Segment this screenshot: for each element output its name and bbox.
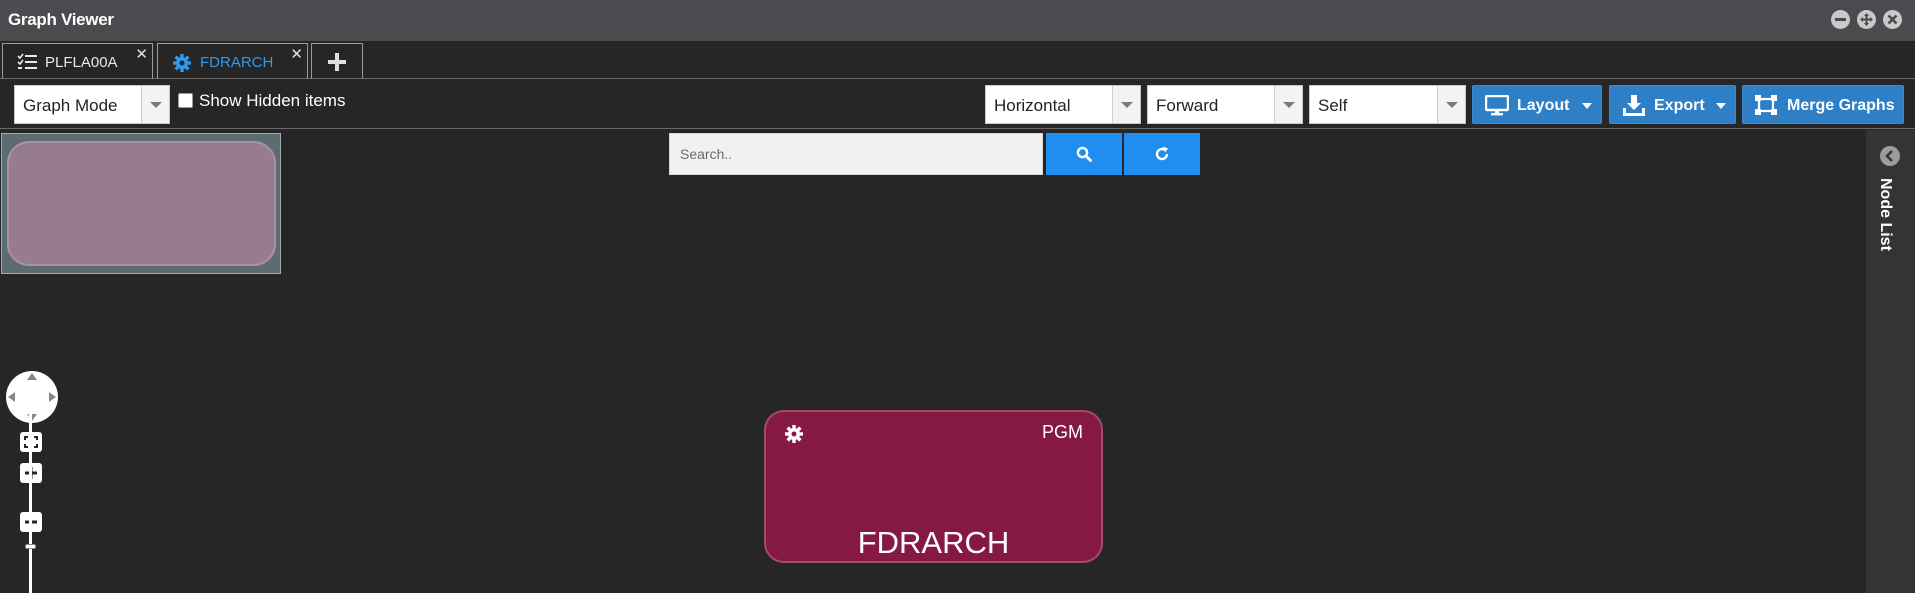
search-icon: [1076, 146, 1092, 162]
caret-down-icon: [1716, 103, 1726, 109]
close-tab-icon[interactable]: ✕: [135, 45, 148, 63]
tab-plfla00a[interactable]: PLFLA00A ✕: [2, 43, 153, 79]
direction-select[interactable]: Forward: [1147, 85, 1303, 124]
direction-value: Forward: [1156, 96, 1219, 115]
graph-mode-value: Graph Mode: [23, 96, 118, 115]
chevron-down-icon[interactable]: [141, 86, 169, 123]
window-title: Graph Viewer: [8, 10, 114, 29]
tab-label: PLFLA00A: [45, 54, 118, 71]
search-button[interactable]: [1046, 133, 1122, 175]
zoom-slider-handle[interactable]: [25, 544, 36, 549]
search-input[interactable]: [669, 133, 1043, 175]
monitor-icon: [1484, 94, 1510, 121]
zoom-slider-track[interactable]: [29, 382, 32, 593]
minimize-icon[interactable]: [1831, 10, 1850, 29]
tab-bar: PLFLA00A ✕ FDRARCH ✕: [0, 41, 1915, 79]
minimap-viewport[interactable]: [7, 141, 276, 266]
refresh-icon: [1155, 146, 1169, 161]
node-list-panel[interactable]: Node List: [1866, 130, 1915, 593]
merge-icon: [1755, 95, 1777, 120]
toolbar: Graph Mode Show Hidden items Horizontal …: [0, 79, 1915, 129]
graph-mode-select[interactable]: Graph Mode: [14, 85, 170, 124]
show-hidden-label: Show Hidden items: [199, 91, 346, 110]
export-label: Export: [1654, 97, 1705, 114]
refresh-button[interactable]: [1124, 133, 1200, 175]
gear-icon: [172, 53, 192, 77]
window-titlebar: Graph Viewer: [0, 0, 1915, 41]
orientation-select[interactable]: Horizontal: [985, 85, 1141, 124]
pan-up-icon[interactable]: [27, 373, 37, 380]
chevron-down-icon[interactable]: [1112, 86, 1140, 123]
gear-icon[interactable]: [784, 424, 804, 449]
maximize-icon[interactable]: [1857, 10, 1876, 29]
close-tab-icon[interactable]: ✕: [290, 45, 303, 63]
caret-down-icon: [1582, 103, 1592, 109]
merge-graphs-label: Merge Graphs: [1787, 97, 1895, 114]
node-type-label: PGM: [1041, 422, 1083, 442]
close-window-icon[interactable]: [1883, 10, 1902, 29]
tab-label: FDRARCH: [200, 54, 274, 71]
graph-canvas[interactable]: PGM FDRARCH: [0, 130, 1866, 593]
checklist-icon: [17, 53, 37, 74]
plus-icon: [328, 53, 346, 75]
pan-control[interactable]: [6, 371, 58, 423]
scope-value: Self: [1318, 96, 1348, 115]
chevron-left-icon[interactable]: [1880, 146, 1900, 166]
show-hidden-checkbox[interactable]: [178, 93, 193, 108]
layout-label: Layout: [1517, 97, 1570, 114]
node-list-label: Node List: [1877, 178, 1894, 251]
orientation-value: Horizontal: [994, 96, 1071, 115]
node-name-label: FDRARCH: [857, 525, 1010, 560]
chevron-down-icon[interactable]: [1437, 86, 1465, 123]
download-icon: [1622, 95, 1646, 122]
export-button[interactable]: Export: [1609, 85, 1736, 124]
graph-node[interactable]: PGM FDRARCH: [764, 410, 1103, 563]
scope-select[interactable]: Self: [1309, 85, 1466, 124]
layout-button[interactable]: Layout: [1472, 85, 1602, 124]
pan-left-icon[interactable]: [8, 392, 15, 402]
minimap[interactable]: [1, 133, 281, 274]
merge-graphs-button[interactable]: Merge Graphs: [1742, 85, 1904, 124]
add-tab-button[interactable]: [311, 43, 363, 79]
chevron-down-icon[interactable]: [1274, 86, 1302, 123]
tab-fdrarch[interactable]: FDRARCH ✕: [157, 43, 308, 79]
pan-right-icon[interactable]: [49, 392, 56, 402]
